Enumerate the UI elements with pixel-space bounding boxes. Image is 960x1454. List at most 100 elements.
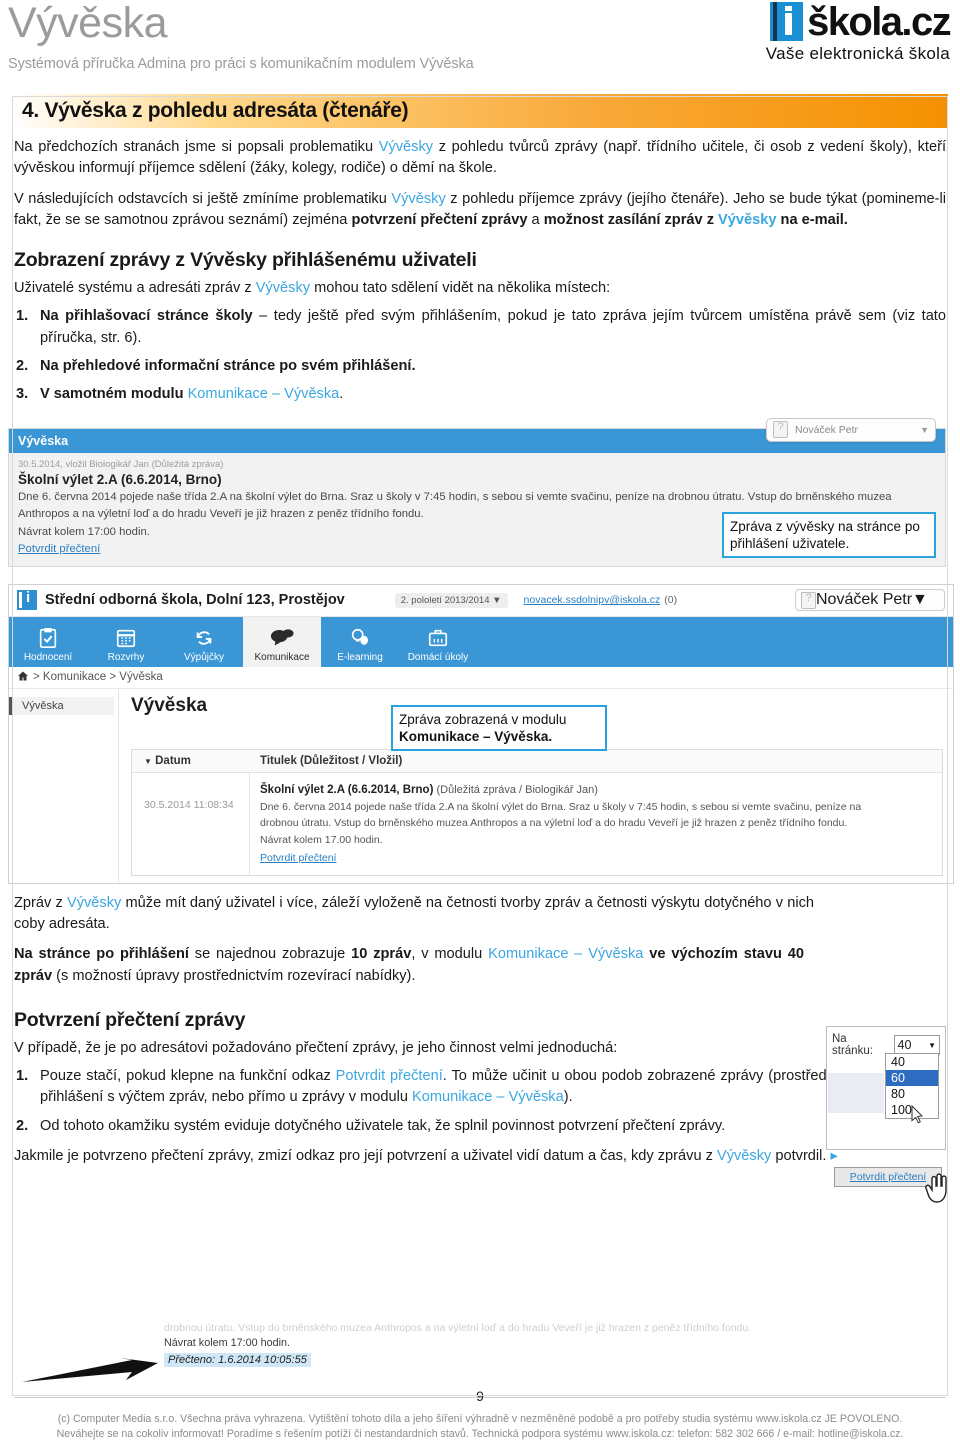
intro-p2-bold1: potvrzení přečtení zprávy [351, 211, 528, 228]
per-page-option[interactable]: 80 [886, 1086, 938, 1102]
column-header-title[interactable]: Titulek (Důležitost / Vložil) [250, 755, 402, 767]
chevron-down-icon[interactable]: ▼ [920, 425, 929, 435]
per-page-option-list: 40 60 80 100 [885, 1053, 939, 1119]
cell-message: Školní výlet 2.A (6.6.2014, Brno) (Důlež… [250, 773, 942, 875]
chevron-down-icon[interactable]: ▼ [912, 591, 928, 609]
module-sidebar: Vývěska [9, 688, 119, 885]
nav-item-label: Hodnocení [23, 651, 73, 663]
cell-date: 30.5.2014 11:08:34 [132, 772, 250, 875]
mid-p1-link[interactable]: Vývěsky [67, 895, 121, 911]
middle-paragraph-2: Na stránce po přihlášení se najednou zob… [14, 944, 804, 987]
closing-a: Jakmile je potvrzeno přečtení zprávy, zm… [14, 1148, 717, 1165]
breadcrumb: > Komunikace > Vývěska [9, 667, 953, 689]
hand-pointer-icon [924, 1172, 950, 1209]
list-item-rest: . [339, 386, 344, 403]
nav-item-domaci-ukoly[interactable]: Domácí úkoly [399, 617, 477, 667]
nav-item-elearning[interactable]: E-learning [321, 617, 399, 667]
chevron-down-icon[interactable]: ▼ [928, 1041, 936, 1050]
per-page-option[interactable]: 40 [886, 1054, 938, 1070]
intro-p2-link2[interactable]: Vývěsky [718, 212, 776, 228]
intro-p1-link[interactable]: Vývěsky [379, 139, 433, 155]
per-page-label: Na stránku: [832, 1033, 873, 1057]
callout-line-1: Zpráva zobrazená v modulu [399, 711, 567, 727]
footer-line-1: (c) Computer Media s.r.o. Všechna práva … [57, 1413, 903, 1425]
list-item-bold: Na přehledové informační stránce po svém… [40, 358, 416, 375]
intro-p2-c: a [527, 211, 544, 228]
list-item-number: 1. [16, 1068, 29, 1085]
lead-link[interactable]: Vývěsky [256, 280, 310, 296]
mid-p2-b: , v modulu [411, 946, 489, 963]
message-subject: Školní výlet 2.A (6.6.2014, Brno) [18, 471, 222, 487]
user-chip[interactable]: Nováček Petr ▼ [766, 417, 936, 442]
faded-message-text: drobnou útratu. Vstup do brněnského muze… [164, 1322, 752, 1334]
nav-item-label: Domácí úkoly [407, 651, 469, 663]
intro-p2-link[interactable]: Vývěsky [391, 191, 445, 207]
app-topbar: Střední odborná škola, Dolní 123, Prostě… [9, 584, 953, 617]
nav-item-komunikace[interactable]: Komunikace [243, 616, 321, 667]
callout-module: Zpráva zobrazená v modulu Komunikace – V… [391, 704, 607, 752]
list-item-bold: Na přihlašovací stránce školy [40, 308, 253, 325]
mid-p2-bold1: Na stránce po přihlášení [14, 946, 189, 963]
list-item: 1. Pouze stačí, pokud klepne na funkční o… [14, 1066, 946, 1109]
list-item-link[interactable]: Komunikace – Vývěska [188, 386, 340, 402]
step-link-1[interactable]: Potvrdit přečtení [336, 1068, 443, 1084]
message-return-line: Návrat kolem 17:00 hodin. [164, 1336, 291, 1349]
mid-p1-b: může mít daný uživatel i více, záleží vy… [14, 894, 814, 932]
briefcase-icon [427, 626, 449, 650]
list-item-number: 1. [16, 308, 29, 325]
chevron-down-icon[interactable]: ▼ [492, 595, 501, 606]
screenshot-read-confirmation: drobnou útratu. Vstup do brněnského muze… [14, 1320, 946, 1398]
nav-item-hodnoceni[interactable]: Hodnocení [9, 617, 87, 667]
confirm-section-lead: V případě, že je po adresátovi požadován… [14, 1039, 618, 1056]
user-chip-name: Nováček Petr [816, 591, 913, 609]
school-name: Střední odborná škola, Dolní 123, Prostě… [45, 592, 345, 609]
page-content: Na předchozích stranách jsme si popsali … [0, 137, 960, 406]
closing-marker-icon: ▸ [830, 1148, 838, 1165]
mail-count: (0) [664, 594, 678, 607]
middle-paragraph-1: Zpráv z Vývěsky může mít daný uživatel i… [14, 893, 814, 936]
step-a: Pouze stačí, pokud klepne na funkční odk… [40, 1068, 336, 1085]
mail-link[interactable]: novacek.ssdolnipv@iskola.cz [524, 594, 661, 606]
footer-legal: (c) Computer Media s.r.o. Všechna práva … [10, 1412, 950, 1443]
term-label: 2. pololetí 2013/2014 [400, 594, 490, 606]
nav-item-vypujcky[interactable]: Výpůjčky [165, 617, 243, 667]
list-item: 2. Na přehledové informační stránce po sv… [14, 356, 946, 377]
app-logo-icon [17, 589, 37, 611]
confirm-read-button-label: Potvrdit přečtení [849, 1171, 927, 1183]
step-link-2[interactable]: Komunikace – Vývěska [412, 1089, 564, 1105]
bulb-mouse-icon [349, 626, 371, 650]
per-page-option[interactable]: 100 [886, 1102, 938, 1118]
intro-paragraph-1: Na předchozích stranách jsme si popsali … [14, 137, 946, 180]
table-row: 30.5.2014 11:08:34 Školní výlet 2.A (6.6… [132, 771, 942, 875]
list-item: 3. V samotném modulu Komunikace – Vývěska… [14, 384, 946, 405]
speech-bubbles-icon [270, 626, 294, 650]
lead-b: mohou tato sdělení vidět na několika mís… [310, 280, 611, 297]
avatar-placeholder-icon [801, 591, 816, 609]
mid-p2-link[interactable]: Komunikace – Vývěska [488, 946, 643, 962]
mid-p2-c: (s možností úpravy prostřednictvím rozev… [52, 967, 416, 984]
intro-p2-bold3: na e-mail. [776, 211, 848, 228]
confirm-read-link[interactable]: Potvrdit přečtení [18, 543, 100, 555]
section-title-bar: 4. Vývěska z pohledu adresáta (čtenáře) [12, 94, 948, 128]
message-title: Školní výlet 2.A (6.6.2014, Brno) [260, 783, 434, 796]
home-icon[interactable] [17, 670, 29, 685]
sort-descending-icon[interactable]: ▼ [144, 757, 152, 766]
nav-item-rozvrhy[interactable]: Rozvrhy [87, 617, 165, 667]
column-header-date[interactable]: ▼ Datum [132, 755, 250, 767]
per-page-option-selected[interactable]: 60 [886, 1070, 938, 1086]
intro-paragraph-2: V následujících odstavcích si ještě zmín… [14, 189, 946, 232]
iskola-logo-icon [770, 2, 804, 41]
page-subtitle: Systémová příručka Admina pro práci s ko… [8, 56, 474, 72]
callout-login-page: Zpráva z vývěsky na stránce po přihlášen… [722, 511, 936, 559]
nav-item-label: Výpůjčky [183, 651, 224, 663]
term-selector[interactable]: 2. pololetí 2013/2014 ▼ [394, 592, 508, 608]
user-chip[interactable]: Nováček Petr ▼ [795, 589, 945, 612]
sidebar-item-vyveska[interactable]: Vývěska [9, 696, 114, 715]
confirm-read-link[interactable]: Potvrdit přečtení [260, 852, 336, 864]
module-content: Vývěska ▼ Datum Titulek (Důležitost / Vl… [119, 689, 953, 885]
middle-text-block: Zpráv z Vývěsky může mít daný uživatel i… [0, 893, 960, 1168]
display-locations-list: 1. Na přihlašovací stránce školy – tedy j… [14, 306, 946, 405]
nav-item-label: Komunikace [254, 651, 310, 663]
per-page-select[interactable]: 40 ▼ [893, 1035, 940, 1055]
closing-link[interactable]: Vývěsky [717, 1148, 771, 1164]
